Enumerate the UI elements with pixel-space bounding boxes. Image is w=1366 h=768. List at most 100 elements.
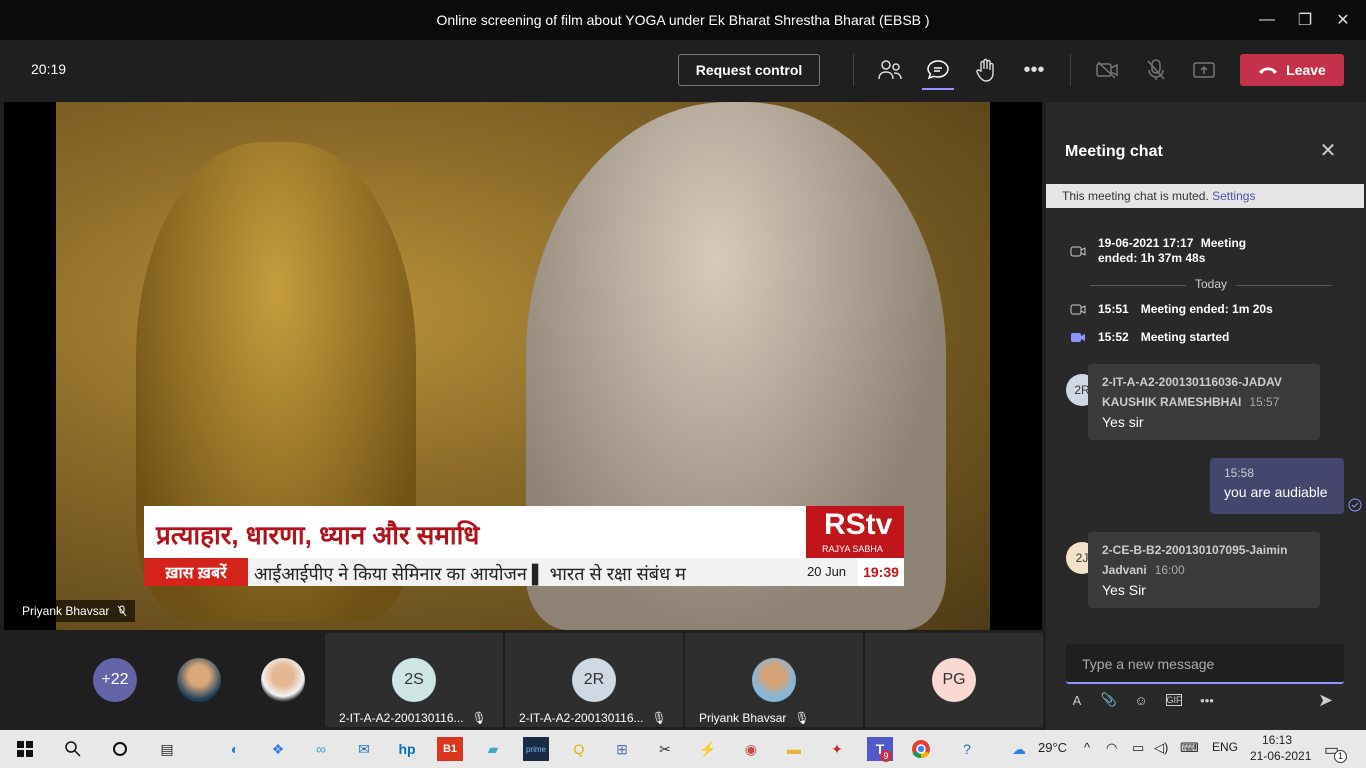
notes-icon[interactable]: ▰	[480, 737, 506, 761]
weather-icon: ☁	[1012, 740, 1026, 757]
chat-message[interactable]: 2-CE-B-B2-200130107095-Jaimin Jadvani 16:…	[1088, 532, 1320, 608]
event-time: 19-06-2021 17:17	[1098, 236, 1194, 250]
taskbar-date[interactable]: 21-06-2021	[1250, 749, 1311, 763]
infinity-app-icon[interactable]: ∞	[308, 737, 334, 761]
settings-link[interactable]: Settings	[1212, 189, 1255, 203]
edge-icon[interactable]: ◐	[222, 737, 248, 761]
date-divider: Today	[1090, 277, 1332, 291]
message-time: 15:57	[1249, 395, 1280, 409]
ticker-text: आईआईपीए ने किया सेमिनार का आयोजन ▌ भारत …	[254, 564, 686, 584]
chat-icon[interactable]	[924, 56, 952, 84]
keyboard-icon[interactable]: ⌨	[1180, 740, 1199, 756]
participant-name: 2-IT-A-A2-200130116... 🎙	[519, 711, 667, 725]
more-icon[interactable]: •••	[1200, 692, 1214, 708]
message-compose-input[interactable]: Type a new message	[1066, 644, 1344, 684]
mic-off-icon[interactable]	[1142, 56, 1170, 84]
emoji-icon[interactable]: ☺	[1134, 692, 1148, 708]
participants-icon[interactable]	[876, 56, 904, 84]
own-message[interactable]: 15:58 you are audiable	[1210, 458, 1344, 514]
close-chat-icon[interactable]: ✕	[1318, 140, 1338, 162]
message-body: Yes sir	[1102, 414, 1144, 430]
windows-start-icon[interactable]	[12, 737, 38, 761]
chrome-icon[interactable]	[908, 737, 934, 761]
compose-toolbar: A 📎 ☺ GIF •••	[1070, 692, 1214, 708]
meeting-icon	[1070, 246, 1086, 257]
minimize-button[interactable]: —	[1252, 8, 1282, 32]
app-q-icon[interactable]: Q	[566, 737, 592, 761]
help-icon[interactable]: ?	[954, 737, 980, 761]
chat-message[interactable]: 2-IT-A-A2-200130116036-JADAV KAUSHIK RAM…	[1088, 364, 1320, 440]
channel-subtitle: RAJYA SABHA	[822, 544, 883, 554]
leave-label: Leave	[1286, 62, 1326, 78]
meeting-icon	[1070, 304, 1086, 315]
meeting-event: 19-06-2021 17:17 Meeting ended: 1h 37m 4…	[1070, 236, 1288, 266]
game-app-icon[interactable]: ◉	[738, 737, 764, 761]
windows-taskbar: ▤ ◐ ❖ ∞ ✉ hp B1 ▰ prime Q ⊞ ✂ ⚡ ◉ ▬ ✦ T …	[0, 730, 1366, 768]
participant-tile[interactable]: 2S 2-IT-A-A2-200130116... 🎙	[325, 633, 503, 727]
chat-title: Meeting chat	[1065, 143, 1163, 160]
sport-app-icon[interactable]: ⚡	[695, 737, 721, 761]
cortana-icon[interactable]	[107, 737, 133, 761]
participant-name: 2-IT-A-A2-200130116... 🎙	[339, 711, 487, 725]
participant-avatar[interactable]	[261, 658, 305, 702]
app-b1-icon[interactable]: B1	[437, 737, 463, 761]
more-participants-button[interactable]: +22	[93, 658, 137, 702]
title-bar: Online screening of film about YOGA unde…	[0, 0, 1366, 40]
meeting-chat-panel: Meeting chat ✕ This meeting chat is mute…	[1046, 102, 1366, 730]
participant-tile[interactable]: PG	[865, 633, 1043, 727]
mail-icon[interactable]: ✉	[351, 737, 377, 761]
banner-headline: प्रत्याहार, धारणा, ध्यान और समाधि	[156, 520, 480, 550]
participant-avatar: 2S	[392, 658, 436, 702]
more-options-icon[interactable]: •••	[1020, 56, 1048, 84]
divider	[1070, 54, 1071, 86]
hp-icon[interactable]: hp	[394, 737, 420, 761]
share-screen-icon[interactable]	[1190, 56, 1218, 84]
close-button[interactable]: ✕	[1328, 8, 1358, 32]
task-view-icon[interactable]: ▤	[154, 737, 180, 761]
request-control-button[interactable]: Request control	[678, 54, 820, 86]
event-time: 15:52	[1098, 330, 1129, 344]
shared-content-stage[interactable]: प्रत्याहार, धारणा, ध्यान और समाधि RStv R…	[4, 102, 1042, 630]
attach-icon[interactable]: 📎	[1101, 692, 1117, 708]
channel-name: RStv	[824, 508, 893, 541]
event-text: Meeting started	[1140, 330, 1230, 344]
message-time: 15:58	[1224, 466, 1255, 480]
camera-off-icon[interactable]	[1093, 56, 1121, 84]
snip-icon[interactable]: ✂	[652, 737, 678, 761]
meeting-event: 15:51 Meeting ended: 1m 20s	[1070, 302, 1273, 316]
ticker-tag: ख़ास ख़बरें	[144, 558, 248, 586]
dropbox-icon[interactable]: ❖	[265, 737, 291, 761]
network-app-icon[interactable]: ⊞	[609, 737, 635, 761]
notification-count: 1	[1334, 750, 1347, 763]
news-banner: प्रत्याहार, धारणा, ध्यान और समाधि RStv R…	[144, 506, 904, 558]
participant-avatar[interactable]	[177, 658, 221, 702]
send-icon[interactable]: ➤	[1318, 690, 1340, 712]
leave-button[interactable]: Leave	[1240, 54, 1344, 86]
show-hidden-icons[interactable]: ^	[1084, 740, 1090, 755]
message-sender: 2-CE-B-B2-200130107095-Jaimin Jadvani 16:…	[1102, 540, 1306, 580]
maximize-button[interactable]: ❐	[1290, 8, 1320, 32]
presenter-name: Priyank Bhavsar	[22, 604, 110, 618]
taskbar-time[interactable]: 16:13	[1262, 733, 1292, 747]
volume-icon[interactable]: ◁)	[1154, 740, 1168, 756]
language-indicator[interactable]: ENG	[1212, 740, 1238, 754]
wifi-icon[interactable]: ◠	[1106, 740, 1117, 756]
gif-icon[interactable]: GIF	[1166, 694, 1182, 706]
mic-icon: 🎙	[651, 711, 667, 725]
format-icon[interactable]: A	[1070, 692, 1084, 708]
meeting-event: 15:52 Meeting started	[1070, 330, 1229, 344]
mic-off-icon: 🎙	[794, 711, 810, 725]
participant-avatar	[752, 658, 796, 702]
raise-hand-icon[interactable]	[972, 56, 1000, 84]
participant-tile[interactable]: 2R 2-IT-A-A2-200130116... 🎙	[505, 633, 683, 727]
weather-temp[interactable]: 29°C	[1038, 740, 1067, 755]
search-icon[interactable]	[60, 737, 86, 761]
acrobat-icon[interactable]: ✦	[824, 737, 850, 761]
prime-video-icon[interactable]: prime	[523, 737, 549, 761]
battery-icon[interactable]: ▭	[1132, 740, 1144, 756]
chat-active-indicator	[922, 88, 954, 90]
participant-tile[interactable]: Priyank Bhavsar 🎙	[685, 633, 863, 727]
file-explorer-icon[interactable]: ▬	[781, 737, 807, 761]
participant-avatar: PG	[932, 658, 976, 702]
phone-hangup-icon	[1259, 67, 1278, 74]
